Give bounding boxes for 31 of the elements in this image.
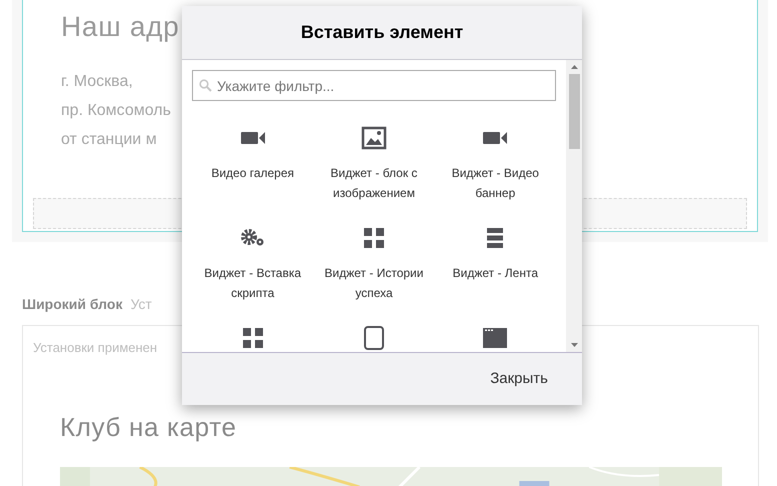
block-title: Широкий блок	[22, 295, 122, 314]
gears-icon	[240, 228, 266, 248]
scrollbar[interactable]	[566, 60, 582, 352]
scrollbar-thumb[interactable]	[568, 74, 580, 149]
filter-field[interactable]: Укажите фильтр...	[192, 70, 556, 101]
widget-item[interactable]: Видео галерея	[192, 125, 314, 203]
widget-item[interactable]: Виджет - Истории успеха	[313, 225, 435, 303]
widget-item[interactable]: Виджет - Лента	[434, 225, 556, 303]
address-line: г. Москва,	[61, 72, 133, 92]
browser-window-icon	[482, 327, 508, 349]
search-icon	[199, 79, 212, 92]
grid-icon	[242, 327, 264, 349]
scroll-down-icon	[570, 343, 578, 347]
settings-note: Установки применен	[33, 339, 158, 357]
address-line: пр. Комсомоль	[61, 101, 171, 121]
list-icon	[486, 227, 504, 249]
widget-item[interactable]: Виджет - Вставка скрипта	[192, 225, 314, 303]
address-line: от станции м	[61, 130, 157, 150]
widget-item[interactable]: Виджет - Видео баннер	[434, 125, 556, 203]
image-icon	[360, 126, 387, 150]
grid-icon	[362, 227, 385, 249]
dialog-title: Вставить элемент	[300, 21, 464, 44]
block-subtitle: Уст	[130, 295, 152, 314]
scroll-up-icon	[570, 65, 578, 69]
video-camera-icon	[482, 129, 508, 147]
section-heading: Наш адр	[61, 10, 180, 44]
widget-item[interactable]: Виджет - блок с изображением	[313, 125, 435, 203]
tablet-icon	[362, 325, 385, 351]
video-camera-icon	[240, 129, 266, 147]
map-heading: Клуб на карте	[60, 410, 237, 444]
close-button[interactable]: Закрыть	[484, 364, 554, 394]
